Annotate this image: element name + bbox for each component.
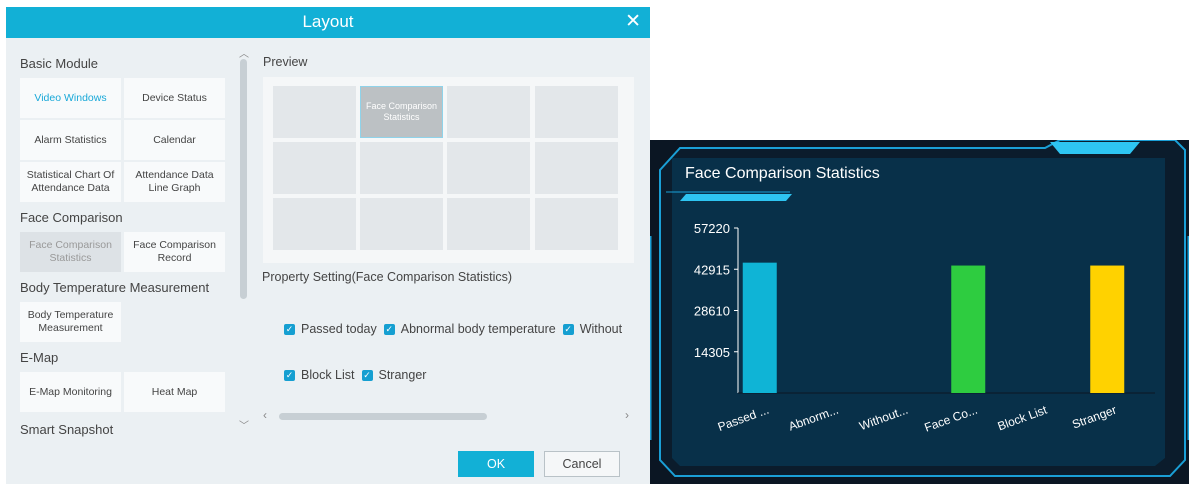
preview-cell[interactable]	[273, 142, 356, 194]
checkmark-icon: ✓	[361, 369, 373, 381]
preview-cell[interactable]	[273, 198, 356, 250]
module-scrollbar[interactable]: ︿ ﹀	[238, 45, 250, 440]
preview-cell[interactable]	[447, 198, 530, 250]
module-heat-map[interactable]: Heat Map	[124, 372, 225, 412]
checkmark-icon: ✓	[284, 323, 295, 335]
module-face-comparison-statistics[interactable]: Face Comparison Statistics	[20, 232, 121, 272]
module-device-status[interactable]: Device Status	[124, 78, 225, 118]
category-basic-module: Basic Module	[20, 56, 99, 71]
checkbox-label: Without	[579, 322, 623, 336]
category-face-comparison: Face Comparison	[20, 210, 123, 225]
dialog-title: Layout	[302, 12, 354, 31]
chevron-right-icon[interactable]: ›	[625, 408, 629, 422]
preview-grid: Face Comparison Statistics	[263, 77, 634, 263]
ok-button[interactable]: OK	[458, 451, 534, 477]
checkbox-block-list[interactable]: ✓ Block List	[281, 368, 355, 382]
module-calendar[interactable]: Calendar	[124, 120, 225, 160]
y-tick-label: 14305	[694, 345, 730, 360]
module-e-map-monitoring[interactable]: E-Map Monitoring	[20, 372, 121, 412]
checkbox-label: Passed today	[301, 322, 377, 336]
scrollbar-thumb[interactable]	[279, 413, 487, 420]
module-label: Face Comparison Statistics	[29, 239, 112, 264]
chevron-down-icon[interactable]: ﹀	[238, 417, 250, 432]
module-label: Attendance Data Line Graph	[135, 169, 214, 194]
preview-cell[interactable]	[535, 86, 618, 138]
bar-1	[742, 262, 777, 393]
dialog-titlebar: Layout ✕	[6, 7, 650, 38]
checkmark-icon: ✓	[562, 323, 574, 335]
module-label: Calendar	[153, 133, 196, 146]
checkmark-icon: ✓	[383, 323, 395, 335]
chart-panel: 57220 42915 28610 14305 Passed ... Abnorm...…	[650, 140, 1189, 484]
chart-title: Face Comparison Statistics	[685, 165, 880, 182]
module-alarm-statistics[interactable]: Alarm Statistics	[20, 120, 121, 160]
module-label: Heat Map	[151, 385, 198, 398]
module-body-temperature[interactable]: Body Temperature Measurement	[20, 302, 121, 342]
scrollbar-thumb[interactable]	[240, 59, 247, 299]
module-label: Body Temperature Measurement	[27, 309, 114, 334]
frame-accent	[1050, 142, 1140, 154]
module-label: Device Status	[142, 91, 207, 104]
module-label: E-Map Monitoring	[29, 385, 112, 398]
bar-4	[951, 265, 986, 393]
close-icon[interactable]: ✕	[625, 10, 641, 33]
property-scrollbar[interactable]: ‹ ›	[263, 408, 634, 422]
module-label: Video Windows	[34, 91, 107, 104]
module-label: Statistical Chart Of Attendance Data	[26, 169, 115, 194]
preview-cell[interactable]	[273, 86, 356, 138]
preview-cell[interactable]	[535, 198, 618, 250]
preview-cell-label: Face Comparison Statistics	[365, 101, 438, 122]
y-tick-label: 28610	[694, 304, 730, 319]
module-panel: Basic Module Video Windows Device Status…	[6, 38, 238, 438]
chart-svg: 57220429152861014305 Passed ... Abnorm...…	[650, 140, 1189, 477]
module-video-windows[interactable]: Video Windows	[20, 78, 121, 118]
checkbox-label: Abnormal body temperature	[400, 322, 556, 336]
preview-cell[interactable]	[447, 142, 530, 194]
module-face-comparison-record[interactable]: Face Comparison Record	[124, 232, 225, 272]
checkbox-row-2: ✓ Block List ✓ Stranger	[281, 365, 633, 385]
checkbox-label: Block List	[301, 368, 355, 382]
module-statistical-chart-attendance[interactable]: Statistical Chart Of Attendance Data	[20, 162, 121, 202]
preview-cell[interactable]	[535, 142, 618, 194]
property-setting-label: Property Setting(Face Comparison Statist…	[262, 270, 513, 284]
preview-cell[interactable]	[447, 86, 530, 138]
y-tick-label: 42915	[694, 262, 730, 277]
module-label: Face Comparison Record	[133, 239, 216, 264]
preview-label: Preview	[263, 55, 308, 69]
title-accent	[680, 194, 792, 201]
cancel-button[interactable]: Cancel	[544, 451, 620, 477]
preview-cell[interactable]	[360, 198, 443, 250]
module-label: Alarm Statistics	[34, 133, 107, 146]
module-attendance-line-graph[interactable]: Attendance Data Line Graph	[124, 162, 225, 202]
category-body-temperature: Body Temperature Measurement	[20, 280, 210, 295]
bar-6	[1090, 265, 1125, 393]
checkmark-icon: ✓	[284, 369, 295, 381]
chevron-up-icon[interactable]: ︿	[238, 45, 250, 60]
checkbox-label: Stranger	[378, 368, 427, 382]
layout-dialog: Layout ✕ Basic Module Video Windows Devi…	[6, 7, 650, 484]
y-tick-label: 57220	[694, 221, 730, 236]
checkbox-abnormal-temperature[interactable]: ✓ Abnormal body temperature	[381, 322, 556, 336]
checkbox-passed-today[interactable]: ✓ Passed today	[281, 322, 377, 336]
checkbox-without[interactable]: ✓ Without	[560, 322, 622, 336]
checkbox-row-1: ✓ Passed today ✓ Abnormal body temperature…	[281, 319, 633, 339]
preview-cell[interactable]	[360, 142, 443, 194]
chevron-left-icon[interactable]: ‹	[263, 408, 267, 422]
checkbox-stranger[interactable]: ✓ Stranger	[359, 368, 427, 382]
category-smart-snapshot: Smart Snapshot	[20, 422, 114, 437]
category-e-map: E-Map	[20, 350, 59, 365]
preview-cell-selected[interactable]: Face Comparison Statistics	[360, 86, 443, 138]
